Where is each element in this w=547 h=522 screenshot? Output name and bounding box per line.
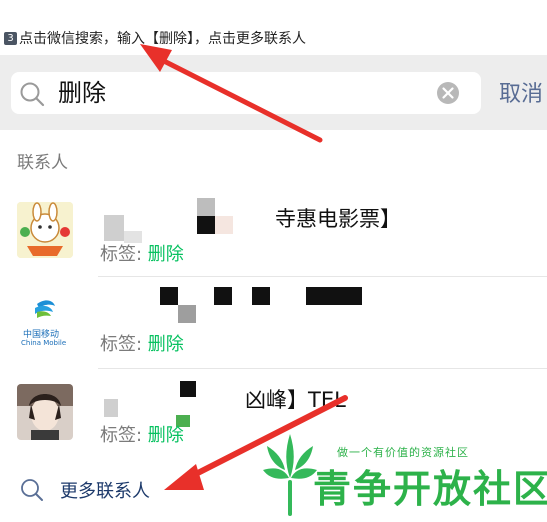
privacy-mosaic	[306, 287, 362, 305]
privacy-mosaic	[215, 216, 233, 234]
privacy-mosaic	[104, 399, 118, 417]
watermark-brand: 青争开放社区	[313, 467, 547, 511]
avatar-text: China Mobile	[21, 339, 67, 347]
clear-search-icon[interactable]	[436, 81, 460, 109]
cancel-button[interactable]: 取消	[499, 76, 543, 108]
search-icon	[20, 478, 44, 506]
tag-label: 标签:	[100, 425, 148, 446]
section-title-contacts: 联系人	[17, 153, 68, 173]
step-number-badge: 3	[4, 32, 17, 45]
privacy-mosaic	[160, 287, 178, 305]
contact-row[interactable]: 寺惠电影票】 标签: 删除	[0, 185, 547, 277]
contact-tag: 标签: 删除	[100, 421, 184, 447]
avatar	[17, 202, 73, 258]
privacy-mosaic	[197, 216, 215, 234]
privacy-mosaic	[197, 198, 215, 216]
contact-name: 凶峰】TEL	[245, 388, 346, 412]
avatar	[17, 384, 73, 440]
instruction-banner: 3 点击微信搜索，输入【删除】，点击更多联系人	[0, 0, 547, 48]
more-contacts-label: 更多联系人	[60, 481, 150, 502]
watermark: 做一个有价值的资源社区 青争开放社区	[255, 430, 547, 522]
tag-label: 标签:	[100, 334, 148, 355]
privacy-mosaic	[178, 305, 196, 323]
contact-name: 寺惠电影票】	[275, 207, 401, 231]
privacy-mosaic	[104, 215, 124, 241]
privacy-mosaic	[180, 381, 196, 397]
avatar: 中国移动 China Mobile	[17, 294, 73, 350]
contact-row[interactable]: 中国移动 China Mobile 标签: 删除	[0, 277, 547, 369]
instruction-text: 点击微信搜索，输入【删除】，点击更多联系人	[19, 31, 306, 47]
contact-tag: 标签: 删除	[100, 330, 184, 356]
search-query: 删除	[58, 79, 106, 107]
tag-value: 删除	[147, 334, 184, 355]
privacy-mosaic	[252, 287, 270, 305]
contact-tag: 标签: 删除	[100, 240, 184, 266]
search-icon	[19, 81, 45, 111]
tag-label: 标签:	[100, 244, 148, 265]
search-input[interactable]: 删除	[11, 72, 481, 114]
privacy-mosaic	[176, 215, 186, 225]
privacy-mosaic	[214, 287, 232, 305]
tag-value: 删除	[147, 244, 184, 265]
tag-value: 删除	[147, 425, 184, 446]
search-bar: 删除 取消	[0, 55, 547, 130]
